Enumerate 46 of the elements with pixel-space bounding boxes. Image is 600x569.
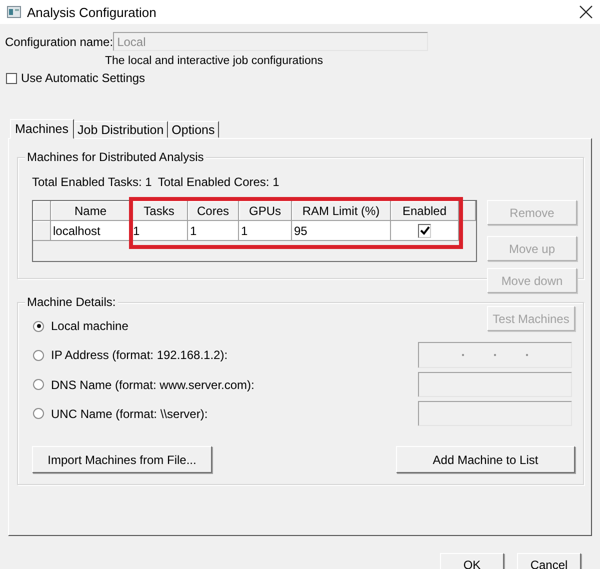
table-cell: 95 [292, 221, 391, 241]
close-button[interactable] [578, 4, 594, 20]
cancel-button[interactable]: Cancel [517, 553, 581, 569]
radio-button[interactable] [33, 408, 44, 419]
tab[interactable]: Job Distribution [74, 121, 168, 138]
summary-text: Total Enabled Cores: 1 [158, 175, 280, 189]
ip-separator [494, 354, 496, 356]
app-icon [7, 6, 21, 18]
ip-separator [462, 354, 464, 356]
enabled-checkbox[interactable] [418, 224, 431, 238]
column-header[interactable]: Tasks [131, 201, 188, 221]
row-header[interactable] [33, 221, 51, 241]
radio-button[interactable] [33, 320, 44, 332]
table-cell: 1 [188, 221, 239, 241]
window-title: Analysis Configuration [27, 4, 156, 20]
text-field[interactable] [418, 372, 572, 397]
summary-text: Total Enabled Tasks: 1 [32, 175, 152, 189]
table-cell: localhost [51, 221, 131, 241]
ip-separator [526, 354, 528, 356]
column-header[interactable]: Cores [188, 201, 239, 221]
add-machine-button[interactable]: Add Machine to List [396, 446, 575, 473]
radio-button[interactable] [33, 350, 44, 360]
field-label: Configuration name: [5, 34, 114, 48]
close-icon [578, 4, 594, 20]
ip-address-field[interactable] [418, 342, 572, 368]
radio-label: Local machine [51, 319, 128, 333]
description-text: The local and interactive job configurations [105, 54, 323, 68]
group-title: Machine Details: [25, 295, 118, 309]
column-header[interactable]: GPUs [239, 201, 292, 221]
checkbox-label: Use Automatic Settings [21, 71, 146, 85]
table-cell: 1 [239, 221, 292, 241]
table-cell: 1 [131, 221, 188, 241]
radio-label: UNC Name (format: \\server): [51, 406, 208, 420]
ok-button[interactable]: OK [440, 553, 504, 569]
column-header[interactable]: Enabled [391, 201, 459, 221]
radio-button[interactable] [33, 379, 44, 390]
radio-label: DNS Name (format: www.server.com): [51, 378, 254, 392]
import-button[interactable]: Import Machines from File... [32, 446, 212, 473]
tab[interactable]: Options [168, 121, 219, 138]
radio-label: IP Address (format: 192.168.1.2): [51, 348, 228, 362]
checkbox[interactable] [6, 72, 17, 84]
text-field[interactable] [418, 401, 572, 426]
column-header[interactable]: Name [51, 201, 131, 221]
column-header[interactable]: RAM Limit (%) [292, 201, 391, 221]
group-title: Machines for Distributed Analysis [25, 150, 206, 164]
tab[interactable]: Machines [10, 119, 74, 139]
